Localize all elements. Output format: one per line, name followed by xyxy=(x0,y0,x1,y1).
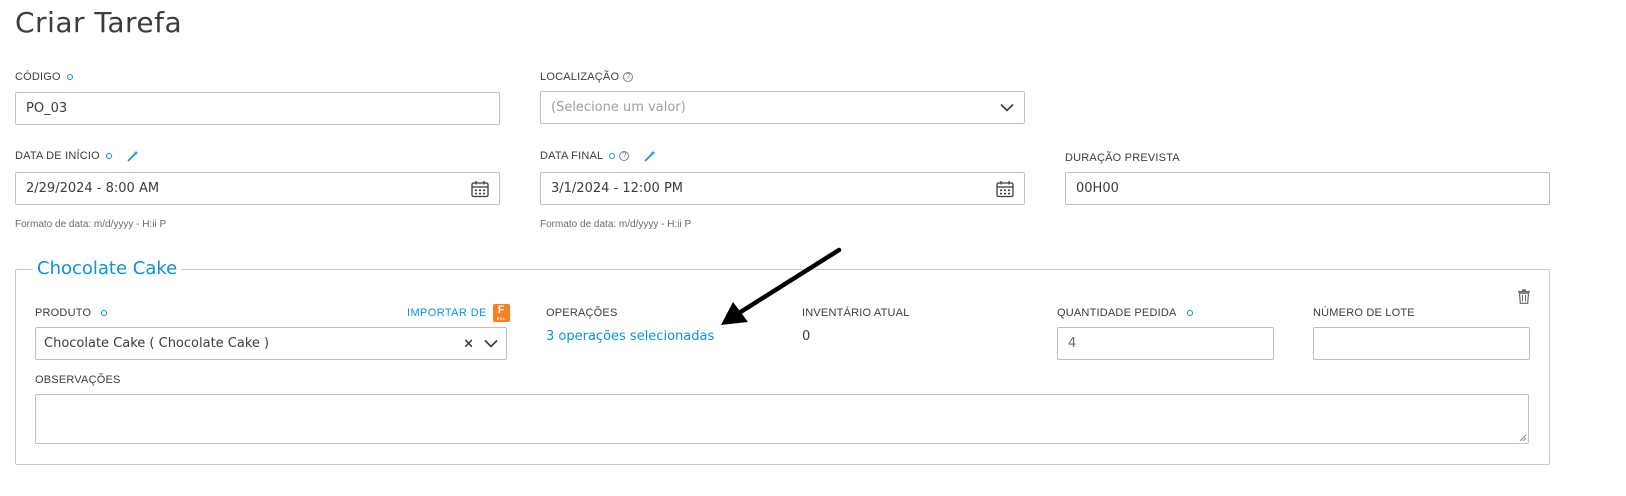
data-inicio-hint: Formato de data: m/d/yyyy - H:ii P xyxy=(15,219,167,230)
observacoes-textarea[interactable] xyxy=(35,394,1529,444)
required-dot-icon xyxy=(66,74,73,80)
localizacao-label: LOCALIZAÇÃO ? xyxy=(540,71,634,83)
fusion-logo-icon: F EVL xyxy=(492,304,510,322)
inventario-value: 0 xyxy=(802,329,811,344)
wand-icon[interactable] xyxy=(643,149,657,163)
produto-label-text: PRODUTO xyxy=(35,307,92,319)
quantidade-input[interactable]: 4 xyxy=(1057,327,1274,360)
data-inicio-value: 2/29/2024 - 8:00 AM xyxy=(26,181,160,196)
localizacao-select[interactable]: (Selecione um valor) xyxy=(540,91,1025,124)
duracao-label: DURAÇÃO PREVISTA xyxy=(1065,152,1180,164)
data-final-label: DATA FINAL ? xyxy=(540,149,657,163)
data-final-label-text: DATA FINAL xyxy=(540,150,604,162)
observacoes-label: OBSERVAÇÕES xyxy=(35,374,121,386)
produto-label: PRODUTO xyxy=(35,307,108,319)
required-dot-icon xyxy=(101,310,108,316)
wand-icon[interactable] xyxy=(126,149,140,163)
produto-select[interactable]: Chocolate Cake ( Chocolate Cake ) × xyxy=(35,327,507,360)
operacoes-link[interactable]: 3 operações selecionadas xyxy=(546,329,714,344)
codigo-input[interactable]: PO_03 xyxy=(15,92,500,125)
observacoes-label-text: OBSERVAÇÕES xyxy=(35,374,121,386)
produto-value: Chocolate Cake ( Chocolate Cake ) xyxy=(44,336,270,351)
required-dot-icon xyxy=(105,153,112,159)
help-icon[interactable]: ? xyxy=(623,72,634,82)
quantidade-value: 4 xyxy=(1068,336,1077,351)
quantidade-label: QUANTIDADE PEDIDA xyxy=(1057,307,1193,319)
lote-label: NÚMERO DE LOTE xyxy=(1313,307,1415,319)
resize-grip-icon[interactable] xyxy=(1518,433,1527,442)
import-label: IMPORTAR DE xyxy=(407,307,487,319)
lote-input[interactable] xyxy=(1313,327,1530,360)
data-final-hint: Formato de data: m/d/yyyy - H:ii P xyxy=(540,219,692,230)
calendar-icon[interactable] xyxy=(996,180,1014,197)
data-final-input[interactable]: 3/1/2024 - 12:00 PM xyxy=(540,172,1025,205)
product-section-title: Chocolate Cake xyxy=(33,258,182,279)
localizacao-placeholder: (Selecione um valor) xyxy=(551,100,686,115)
help-icon[interactable]: ? xyxy=(619,151,630,161)
lote-label-text: NÚMERO DE LOTE xyxy=(1313,307,1415,319)
required-dot-icon xyxy=(609,153,616,159)
data-inicio-label: DATA DE INÍCIO xyxy=(15,149,140,163)
operacoes-label: OPERAÇÕES xyxy=(546,307,618,319)
data-inicio-label-text: DATA DE INÍCIO xyxy=(15,150,100,162)
chevron-down-icon[interactable] xyxy=(484,339,498,348)
localizacao-label-text: LOCALIZAÇÃO xyxy=(540,71,620,83)
calendar-icon[interactable] xyxy=(471,180,489,197)
operacoes-label-text: OPERAÇÕES xyxy=(546,307,618,319)
trash-icon[interactable] xyxy=(1517,289,1531,304)
required-dot-icon xyxy=(1186,310,1193,316)
quantidade-label-text: QUANTIDADE PEDIDA xyxy=(1057,307,1177,319)
duracao-input[interactable]: 00H00 xyxy=(1065,172,1550,205)
duracao-value: 00H00 xyxy=(1076,181,1119,196)
produto-controls: × xyxy=(463,336,498,351)
codigo-value: PO_03 xyxy=(26,101,68,116)
duracao-label-text: DURAÇÃO PREVISTA xyxy=(1065,152,1180,164)
codigo-label-text: CÓDIGO xyxy=(15,71,61,83)
annotation-arrow xyxy=(721,247,842,325)
chevron-down-icon[interactable] xyxy=(1000,103,1014,112)
codigo-label: CÓDIGO xyxy=(15,71,73,83)
clear-icon[interactable]: × xyxy=(463,336,474,351)
import-from-button[interactable]: IMPORTAR DE F EVL xyxy=(407,304,510,322)
page-title: Criar Tarefa xyxy=(15,6,183,39)
data-inicio-input[interactable]: 2/29/2024 - 8:00 AM xyxy=(15,172,500,205)
data-final-value: 3/1/2024 - 12:00 PM xyxy=(551,181,683,196)
